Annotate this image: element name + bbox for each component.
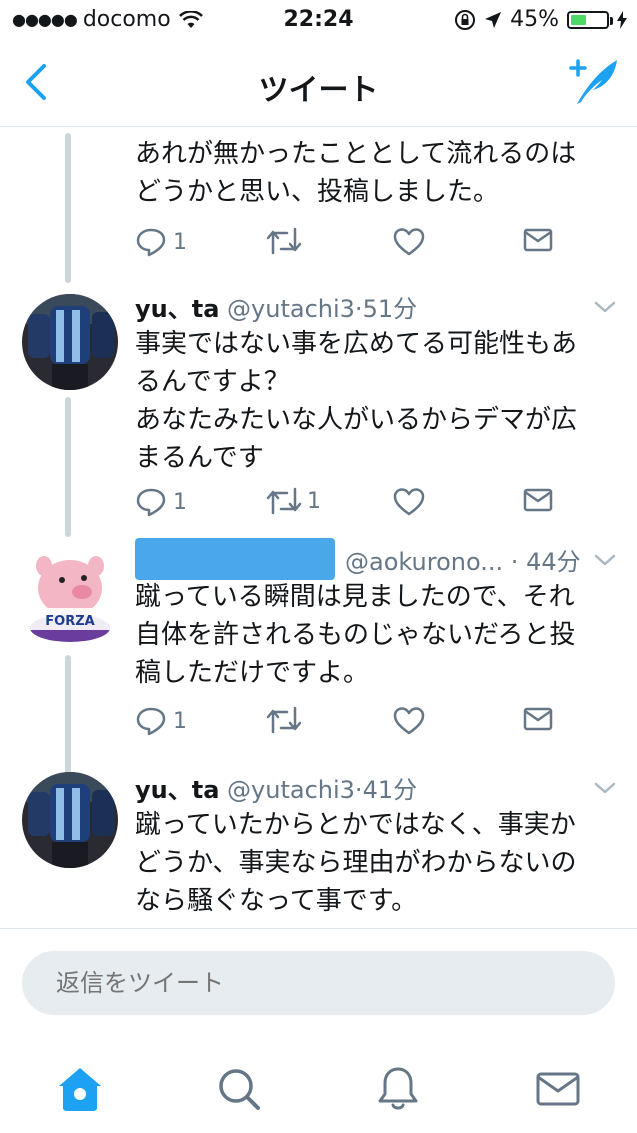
like-button[interactable] xyxy=(393,227,425,257)
tweet-thread: あれが無かったこととして流れるのは どうかと思い、投稿しました。 1 yu、ta… xyxy=(0,127,637,927)
envelope-icon xyxy=(523,488,553,512)
envelope-icon xyxy=(523,228,553,252)
tweet-actions: 1 xyxy=(135,706,615,740)
tweet-item[interactable]: FORZA @aokurono... · 44分 蹴っている瞬間は見ましたので、… xyxy=(0,538,637,775)
tweet-text: 蹴っていたからとかではなく、事実か どうか、事実なら理由がわからないの なら騒ぐ… xyxy=(135,810,577,916)
avatar[interactable] xyxy=(22,772,118,868)
notifications-bell-icon[interactable] xyxy=(373,1064,423,1114)
tweet-item[interactable]: yu、ta @yutachi3·51分 事実ではない事を広めてる可能性もあ るん… xyxy=(0,287,637,542)
tab-bar xyxy=(0,1048,637,1133)
navigation-bar: ツイート xyxy=(0,40,637,127)
compose-tweet-icon[interactable] xyxy=(567,56,621,106)
user-handle[interactable]: @aokurono... xyxy=(345,548,503,576)
chevron-down-icon[interactable] xyxy=(593,780,617,796)
reply-count: 1 xyxy=(173,489,187,515)
tweet-header: yu、ta @yutachi3·51分 xyxy=(135,295,418,323)
heart-icon xyxy=(393,488,425,516)
user-handle[interactable]: @yutachi3 xyxy=(227,295,355,323)
retweet-icon xyxy=(266,487,302,515)
avatar[interactable]: FORZA xyxy=(22,548,118,644)
messages-envelope-icon[interactable] xyxy=(533,1064,583,1114)
home-icon[interactable] xyxy=(55,1064,105,1114)
reply-count: 1 xyxy=(173,229,187,255)
tweet-text: 事実ではない事を広めてる可能性もあ るんですよ？ あなたみたいな人がいるからデマ… xyxy=(135,329,578,473)
redacted-display-name xyxy=(135,538,335,580)
retweet-icon xyxy=(266,227,302,255)
tweet-text: 蹴っている瞬間は見ましたので、それ 自体を許されるものじゃないだろと投 稿しただ… xyxy=(135,582,576,688)
message-button[interactable] xyxy=(523,227,553,253)
avatar-illustration: FORZA xyxy=(30,556,110,642)
thread-connector xyxy=(65,655,71,775)
retweet-button[interactable]: 1 xyxy=(265,487,321,515)
battery-percent: 45% xyxy=(510,7,559,32)
tweet-item[interactable]: yu、ta @yutachi3·41分 蹴っていたからとかではなく、事実か どう… xyxy=(0,770,637,927)
reply-button[interactable]: 1 xyxy=(135,487,187,517)
avatar[interactable] xyxy=(22,294,118,390)
retweet-count: 1 xyxy=(307,488,321,514)
display-name[interactable]: yu、ta xyxy=(135,776,219,804)
like-button[interactable] xyxy=(393,487,425,517)
heart-icon xyxy=(393,228,425,256)
retweet-icon xyxy=(266,706,302,734)
battery-icon xyxy=(567,10,613,29)
orientation-lock-icon xyxy=(455,9,476,30)
tweet-time: 41分 xyxy=(362,776,418,804)
chevron-down-icon[interactable] xyxy=(593,552,617,568)
tweet-actions: 1 xyxy=(135,227,615,261)
tweet-time: 51分 xyxy=(362,295,418,323)
avatar-photo xyxy=(22,294,118,390)
search-icon[interactable] xyxy=(214,1064,264,1114)
reply-icon xyxy=(136,707,166,736)
retweet-button[interactable] xyxy=(265,227,303,255)
tweet-text: あれが無かったこととして流れるのは どうかと思い、投稿しました。 xyxy=(135,139,577,207)
charging-bolt-icon xyxy=(617,10,627,29)
retweet-button[interactable] xyxy=(265,706,303,734)
like-button[interactable] xyxy=(393,706,425,736)
reply-input[interactable] xyxy=(22,951,615,1015)
avatar-text: FORZA xyxy=(45,614,94,629)
reply-icon xyxy=(136,228,166,257)
display-name[interactable]: yu、ta xyxy=(135,295,219,323)
tweet-item[interactable]: あれが無かったこととして流れるのは どうかと思い、投稿しました。 1 xyxy=(0,127,637,292)
tweet-header: yu、ta @yutachi3·41分 xyxy=(135,776,418,804)
heart-icon xyxy=(393,707,425,735)
message-button[interactable] xyxy=(523,706,553,732)
reply-button[interactable]: 1 xyxy=(135,706,187,736)
thread-connector xyxy=(65,133,71,283)
location-arrow-icon xyxy=(485,11,502,28)
page-title: ツイート xyxy=(258,73,379,108)
reply-bar xyxy=(0,928,637,1049)
reply-icon xyxy=(136,488,166,517)
tweet-header: @aokurono... · 44分 xyxy=(345,548,581,576)
message-button[interactable] xyxy=(523,487,553,513)
thread-connector xyxy=(65,397,71,537)
chevron-down-icon[interactable] xyxy=(593,299,617,315)
tweet-time: 44分 xyxy=(526,548,581,576)
tweet-actions: 1 1 xyxy=(135,487,615,521)
reply-button[interactable]: 1 xyxy=(135,227,187,257)
envelope-icon xyxy=(523,707,553,731)
user-handle[interactable]: @yutachi3 xyxy=(227,776,355,804)
avatar-photo xyxy=(22,772,118,868)
reply-count: 1 xyxy=(173,708,187,734)
status-bar: ●●●●● docomo 22:24 45% xyxy=(0,0,637,40)
